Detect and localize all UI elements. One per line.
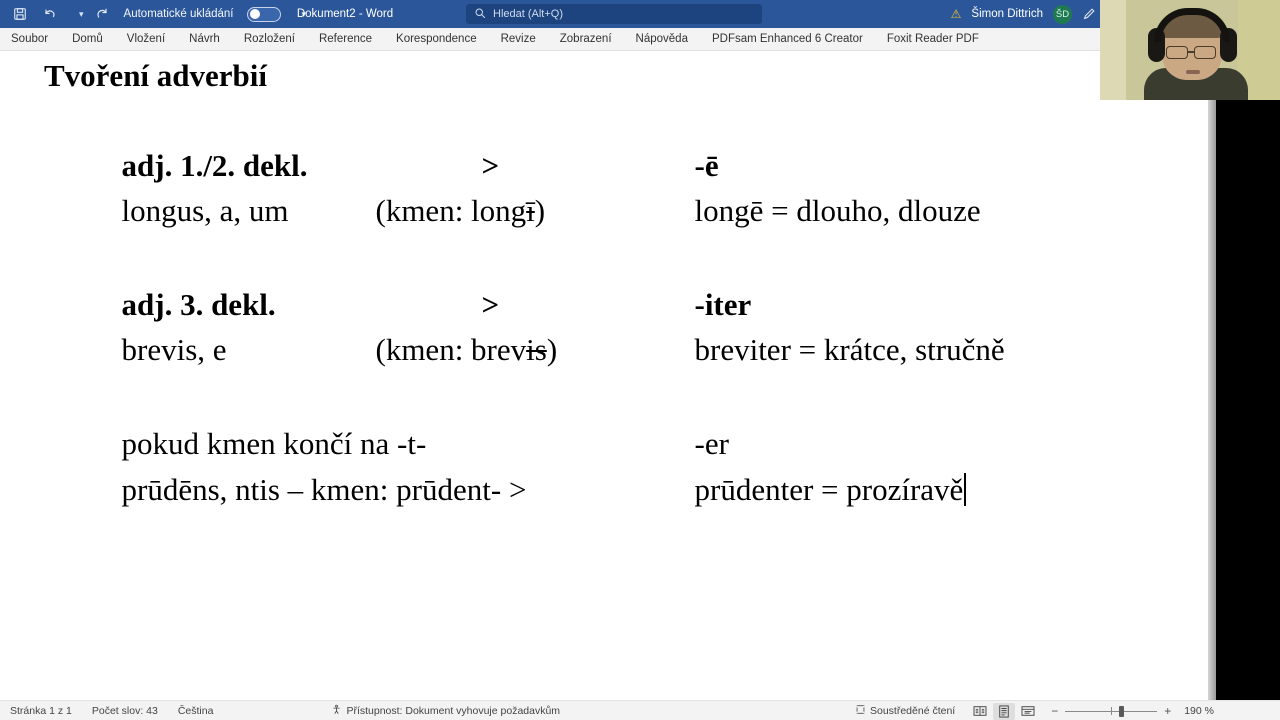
tab-domu[interactable]: Domů <box>60 28 115 51</box>
webcam-glasses-bridge <box>1188 51 1194 53</box>
quick-access-toolbar: ▾ Automatické ukládání ▾ <box>0 4 306 24</box>
view-web-layout-button[interactable] <box>1017 703 1039 720</box>
doc-line-heading: Tvoření adverbií <box>44 53 267 98</box>
focus-read-label: Soustředěné čtení <box>869 705 956 717</box>
status-language[interactable]: Čeština <box>168 705 224 717</box>
tab-foxit-reader-pdf[interactable]: Foxit Reader PDF <box>875 28 991 51</box>
page-edge-shadow <box>1208 51 1216 700</box>
doc-row1-stem-pre: (kmen: long <box>375 193 527 228</box>
document-title-text: Dokument2 - Word <box>296 8 394 20</box>
undo-icon[interactable] <box>39 4 59 24</box>
zoom-slider[interactable] <box>1065 705 1158 717</box>
status-page-info[interactable]: Stránka 1 z 1 <box>0 705 82 717</box>
tab-korespondence[interactable]: Korespondence <box>384 28 489 51</box>
zoom-slider-thumb[interactable] <box>1119 705 1125 717</box>
webcam-headphone-band <box>1154 8 1230 42</box>
doc-heading-text: Tvoření adverbií <box>44 58 268 93</box>
accessibility-icon <box>331 704 342 718</box>
tab-zobrazeni[interactable]: Zobrazení <box>548 28 624 51</box>
webcam-glasses-left <box>1166 46 1188 59</box>
tab-napoveda[interactable]: Nápověda <box>624 28 700 51</box>
view-print-layout-button[interactable] <box>993 702 1016 720</box>
status-bar: Stránka 1 z 1 Počet slov: 43 Čeština Pří… <box>0 700 1280 720</box>
text-cursor <box>964 473 966 506</box>
doc-row2-stem-pre: (kmen: brev <box>375 332 527 367</box>
webcam-wall-left <box>1100 0 1126 100</box>
tab-vlozeni[interactable]: Vložení <box>115 28 177 51</box>
webcam-glasses-right <box>1194 46 1216 59</box>
autosave-toggle[interactable] <box>247 6 282 22</box>
autosave-label: Automatické ukládání <box>123 8 234 20</box>
search-input[interactable]: Hledat (Alt+Q) <box>466 4 762 24</box>
zoom-level-label[interactable]: 190 % <box>1184 705 1214 717</box>
doc-row1-stem-post: ) <box>534 193 546 228</box>
doc-row2-stem-strike: is <box>526 332 547 367</box>
status-accessibility[interactable]: Přístupnost: Dokument vyhovuje požadavků… <box>223 704 570 718</box>
titlebar-right-group: ⚠ Šimon Dittrich ŠD <box>951 0 1120 28</box>
customize-toolbar-chevron-down-icon[interactable]: ▾ <box>301 9 306 20</box>
user-name[interactable]: Šimon Dittrich <box>971 8 1043 20</box>
doc-row1-stem-strike: ī <box>526 193 535 228</box>
status-right-group: Soustředěné čtení − + 190 % <box>845 701 1214 720</box>
zoom-out-button[interactable]: − <box>1049 704 1060 718</box>
focus-read-icon <box>855 704 866 718</box>
tab-rozlozeni[interactable]: Rozložení <box>232 28 307 51</box>
avatar[interactable]: ŠD <box>1053 4 1072 24</box>
status-word-count[interactable]: Počet slov: 43 <box>82 705 168 717</box>
doc-row2-stem-post: ) <box>546 332 558 367</box>
word-window: ▾ Automatické ukládání ▾ Dokument2 - Wor… <box>0 0 1280 720</box>
document-canvas: Tvoření adverbií adj. 1./2. dekl. > -ē l… <box>0 51 1280 700</box>
zoom-slider-midpoint <box>1111 707 1113 715</box>
ribbon-tab-bar: Soubor Domů Vložení Návrh Rozložení Refe… <box>0 28 1280 51</box>
warning-icon[interactable]: ⚠ <box>951 7 962 21</box>
save-icon[interactable] <box>10 4 30 24</box>
doc-note-left-2: prūdēns, ntis – kmen: prūdent- > <box>121 472 527 507</box>
search-placeholder-text: Hledat (Alt+Q) <box>493 8 563 20</box>
webcam-person-mouth <box>1186 70 1200 74</box>
doc-note-right-2: prūdenter = prozíravě <box>617 422 966 557</box>
view-read-mode-button[interactable] <box>969 703 991 720</box>
tab-reference[interactable]: Reference <box>307 28 384 51</box>
title-bar: ▾ Automatické ukládání ▾ Dokument2 - Wor… <box>0 0 1280 28</box>
undo-dropdown-chevron-down-icon[interactable]: ▾ <box>79 9 84 20</box>
pen-icon[interactable] <box>1082 7 1096 21</box>
search-icon <box>474 7 486 22</box>
tab-soubor[interactable]: Soubor <box>0 28 60 51</box>
black-side-pane <box>1216 51 1280 700</box>
accessibility-label: Přístupnost: Dokument vyhovuje požadavků… <box>346 704 561 717</box>
webcam-overlay <box>1100 0 1280 100</box>
tab-navrh[interactable]: Návrh <box>177 28 232 51</box>
zoom-in-button[interactable]: + <box>1162 704 1173 718</box>
tab-pdfsam-enhanced-6-creator[interactable]: PDFsam Enhanced 6 Creator <box>700 28 875 51</box>
redo-icon[interactable] <box>93 4 113 24</box>
document-page[interactable]: Tvoření adverbií adj. 1./2. dekl. > -ē l… <box>0 51 1208 700</box>
zoom-control: − + 190 % <box>1049 704 1214 718</box>
focus-read-button[interactable]: Soustředěné čtení <box>845 704 967 718</box>
tab-revize[interactable]: Revize <box>489 28 548 51</box>
